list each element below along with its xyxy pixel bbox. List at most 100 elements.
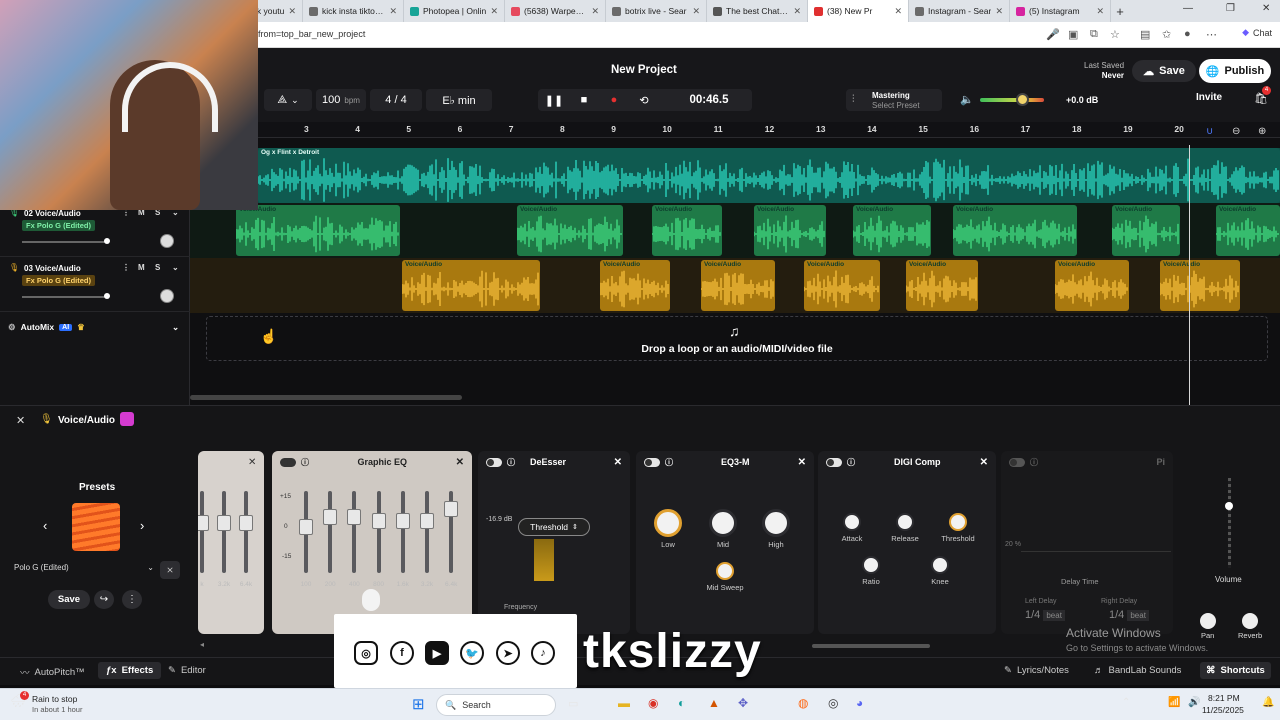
track-01-clip[interactable]: Og x Flint x Detroit xyxy=(258,148,1280,203)
playhead[interactable] xyxy=(1189,145,1190,405)
eq-band-slider[interactable] xyxy=(444,491,459,573)
effects-tab[interactable]: ƒx Effects xyxy=(98,662,162,679)
solo-button[interactable]: S xyxy=(155,263,160,272)
new-tab-button[interactable]: + xyxy=(1111,4,1129,19)
browser-tab[interactable]: Instagram - Sear ✕ xyxy=(909,0,1010,22)
close-window-icon[interactable]: ✕ xyxy=(1262,3,1270,14)
audio-clip[interactable]: Voice/Audio xyxy=(1160,260,1240,311)
audio-clip[interactable]: Voice/Audio xyxy=(600,260,670,311)
file-explorer-icon[interactable]: ▬ xyxy=(618,696,630,710)
audio-clip[interactable]: Voice/Audio xyxy=(402,260,540,311)
eq-band-handle[interactable] xyxy=(420,513,434,529)
close-icon[interactable]: ✕ xyxy=(980,457,988,468)
windows-start-icon[interactable]: ⊞ xyxy=(412,695,425,713)
release-knob[interactable] xyxy=(896,513,914,531)
eq-handle[interactable] xyxy=(362,589,380,611)
eq-band-handle[interactable] xyxy=(217,515,231,531)
knee-knob[interactable] xyxy=(931,556,949,574)
close-icon[interactable]: ✕ xyxy=(614,457,622,468)
editor-tab[interactable]: ✎ Editor xyxy=(168,665,206,676)
audio-clip[interactable]: Voice/Audio xyxy=(652,205,722,256)
chevron-right-icon[interactable]: › xyxy=(140,518,144,533)
browser-tab[interactable]: (38) New Pr ✕ xyxy=(808,0,909,22)
more-menu-icon[interactable]: ⋯ xyxy=(1206,28,1217,41)
slider-handle[interactable] xyxy=(104,293,110,299)
bandlab-sounds-button[interactable]: ♬ BandLab Sounds xyxy=(1094,665,1181,676)
track-fx-badge[interactable]: Fx Polo G (Edited) xyxy=(22,220,95,231)
audio-clip[interactable]: Voice/Audio xyxy=(236,205,400,256)
track-volume-slider[interactable] xyxy=(22,293,110,299)
preset-select[interactable]: Polo G (Edited) ⌄ xyxy=(14,563,154,577)
zoom-out-icon[interactable]: ⊖ xyxy=(1232,126,1240,137)
ratio-knob[interactable] xyxy=(862,556,880,574)
bookmark-star-icon[interactable]: ☆ xyxy=(1110,28,1120,41)
eq-band-slider[interactable] xyxy=(239,491,253,573)
pause-icon[interactable]: ❚❚ xyxy=(544,89,564,111)
audio-clip[interactable]: Voice/Audio xyxy=(1055,260,1129,311)
edge-icon[interactable]: ◐ xyxy=(678,696,685,710)
close-icon[interactable]: ✕ xyxy=(456,457,464,468)
close-tab-icon[interactable]: ✕ xyxy=(995,6,1003,17)
mute-button[interactable]: M xyxy=(138,263,145,272)
save-button[interactable]: ☁ Save xyxy=(1132,60,1196,82)
more-icon[interactable]: ⋮ xyxy=(122,590,142,609)
timeline-scrollbar[interactable] xyxy=(190,395,462,400)
eq-band-slider[interactable] xyxy=(299,491,313,573)
eq-band-handle[interactable] xyxy=(371,513,386,529)
chevron-down-icon[interactable]: ⌄ xyxy=(172,263,179,272)
magnet-icon[interactable]: ∪ xyxy=(1206,126,1213,137)
close-icon[interactable]: ✕ xyxy=(798,457,806,468)
fx-toggle[interactable] xyxy=(1009,457,1025,467)
master-volume-handle[interactable] xyxy=(1016,93,1029,106)
close-icon[interactable]: ✕ xyxy=(248,457,256,468)
audio-clip[interactable]: Voice/Audio xyxy=(754,205,826,256)
discord-icon[interactable]: ◕ xyxy=(856,696,863,710)
audio-clip[interactable]: Voice/Audio xyxy=(906,260,978,311)
timeline-ruler[interactable]: 3 4 5 6 7 8 9 10 11 12 13 14 15 16 17 18 19 20 xyxy=(258,122,1280,138)
eq-band-slider[interactable] xyxy=(420,491,434,573)
info-icon[interactable]: ⓘ xyxy=(1030,457,1038,468)
scroll-left-icon[interactable]: ◂ xyxy=(200,640,204,649)
publish-button[interactable]: 🌐 Publish xyxy=(1199,59,1271,83)
chevron-down-icon[interactable]: ⌄ xyxy=(172,322,179,333)
volume-meter[interactable] xyxy=(1228,478,1231,568)
project-title[interactable]: New Project xyxy=(611,64,677,76)
audio-clip[interactable]: Voice/Audio xyxy=(701,260,775,311)
track-header-03[interactable]: 🎙 03 Voice/Audio Fx Polo G (Edited) ⋮ M … xyxy=(0,260,190,312)
eq-band-slider[interactable] xyxy=(347,491,362,573)
eq-band-handle[interactable] xyxy=(323,509,338,525)
copilot-chat-button[interactable]: ◆ Chat xyxy=(1242,27,1272,38)
fx-toggle[interactable] xyxy=(486,457,502,467)
invite-button[interactable]: Invite xyxy=(1196,92,1222,103)
fx-toggle[interactable] xyxy=(644,457,660,467)
screenshot-icon[interactable]: ▣ xyxy=(1068,28,1078,41)
info-icon[interactable]: ⓘ xyxy=(847,457,855,468)
info-icon[interactable]: ⓘ xyxy=(665,457,673,468)
wifi-icon[interactable]: 📶 xyxy=(1168,697,1180,708)
chevron-up-icon[interactable]: ⌃ xyxy=(1122,697,1130,708)
track-header-02[interactable]: 🎙 02 Voice/Audio Fx Polo G (Edited) ⋮ M … xyxy=(0,205,190,257)
track-01-lane[interactable]: Og x Flint x Detroit xyxy=(190,148,1280,203)
bpm-control[interactable]: 100 bpm xyxy=(316,89,366,111)
sidebar-icon[interactable]: ▤ xyxy=(1140,28,1150,41)
shortcuts-button[interactable]: ⌘ Shortcuts xyxy=(1200,662,1271,679)
taskbar-search[interactable]: 🔍 Search xyxy=(436,694,556,716)
notifications-icon[interactable]: 🔔 xyxy=(1262,697,1274,708)
more-icon[interactable]: ⋮ xyxy=(122,263,130,272)
threshold-knob[interactable] xyxy=(949,513,967,531)
mid-knob[interactable] xyxy=(709,509,737,537)
mastering-button[interactable]: ⫶ Mastering Select Preset xyxy=(846,89,942,111)
right-delay-value[interactable]: 1/4 beat xyxy=(1109,609,1149,621)
speaker-icon[interactable]: 🔈 xyxy=(960,93,974,106)
maximize-icon[interactable]: ❐ xyxy=(1226,3,1235,14)
browser-tab[interactable]: Photopea | Onlin ✕ xyxy=(404,0,505,22)
obs-icon[interactable]: ◎ xyxy=(828,696,838,710)
share-icon[interactable]: ↪ xyxy=(94,590,114,609)
eq-band-handle[interactable] xyxy=(239,515,253,531)
master-volume-slider[interactable] xyxy=(980,98,1044,102)
close-tab-icon[interactable]: ✕ xyxy=(490,6,498,17)
close-tab-icon[interactable]: ✕ xyxy=(894,6,902,17)
eq-band-slider[interactable] xyxy=(217,491,231,573)
fx-bypass-icon[interactable]: ⨯ xyxy=(160,561,180,579)
fx-toggle[interactable] xyxy=(280,457,296,467)
